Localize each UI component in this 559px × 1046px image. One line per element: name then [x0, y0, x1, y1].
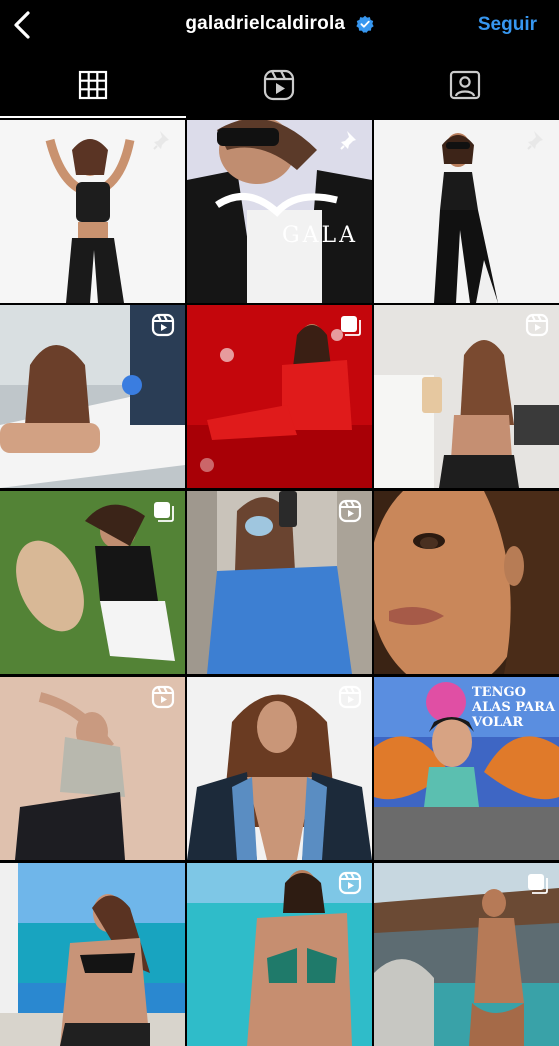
- post-thumbnail[interactable]: [374, 120, 559, 303]
- post-thumbnail[interactable]: [0, 120, 185, 303]
- post-overlay-text: TENGO ALAS PARA VOLAR: [472, 685, 556, 730]
- tab-posts-grid[interactable]: [0, 52, 186, 118]
- profile-tabs: [0, 52, 559, 118]
- profile-title: galadrielcaldirola: [0, 13, 559, 35]
- tab-tagged[interactable]: [372, 52, 558, 118]
- reels-icon: [338, 685, 362, 709]
- tagged-icon: [449, 70, 481, 100]
- post-thumbnail[interactable]: [187, 491, 372, 674]
- post-thumbnail[interactable]: [374, 305, 559, 488]
- post-thumbnail[interactable]: [0, 305, 185, 488]
- pinned-icon: [153, 131, 169, 150]
- grid-icon: [78, 70, 108, 100]
- post-thumbnail[interactable]: TENGO ALAS PARA VOLAR: [374, 677, 559, 860]
- reels-icon: [338, 871, 362, 895]
- follow-button[interactable]: Seguir: [478, 14, 537, 36]
- post-thumbnail[interactable]: [0, 677, 185, 860]
- tab-reels[interactable]: [186, 52, 372, 118]
- pinned-icon: [527, 131, 543, 150]
- verified-badge-icon: [356, 15, 374, 33]
- carousel-icon: [341, 316, 361, 336]
- carousel-icon: [528, 874, 548, 894]
- username: galadrielcaldirola: [185, 13, 346, 34]
- post-overlay-text: GALA: [282, 223, 358, 248]
- top-bar: galadrielcaldirola Seguir: [0, 0, 559, 52]
- post-thumbnail[interactable]: [187, 677, 372, 860]
- post-thumbnail[interactable]: GALA: [187, 120, 372, 303]
- reels-icon: [338, 499, 362, 523]
- reels-icon: [151, 313, 175, 337]
- post-thumbnail[interactable]: [187, 863, 372, 1046]
- post-thumbnail[interactable]: [374, 863, 559, 1046]
- post-thumbnail[interactable]: [187, 305, 372, 488]
- carousel-icon: [154, 502, 174, 522]
- post-image: [374, 491, 559, 674]
- reels-icon: [525, 313, 549, 337]
- post-thumbnail[interactable]: [0, 491, 185, 674]
- post-thumbnail[interactable]: [0, 863, 185, 1046]
- reels-icon: [263, 69, 295, 101]
- pinned-icon: [340, 131, 356, 150]
- reels-icon: [151, 685, 175, 709]
- post-image: [0, 863, 185, 1046]
- post-thumbnail[interactable]: [374, 491, 559, 674]
- posts-grid: GALA TENGO ALAS PARA VOLAR: [0, 118, 559, 1046]
